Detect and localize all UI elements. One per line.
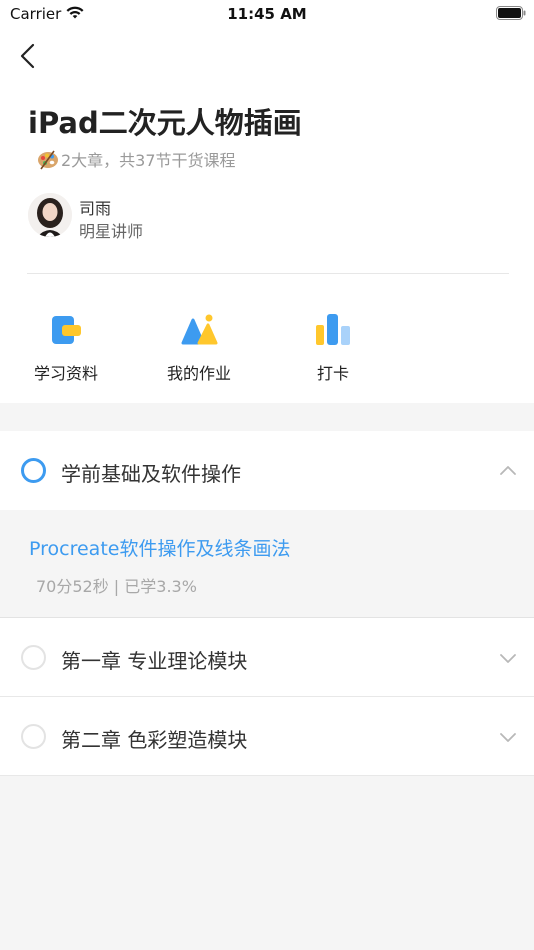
chevron-down-icon[interactable] <box>498 727 518 747</box>
divider <box>27 273 509 274</box>
course-meta: 2大章，共37节干货课程 <box>37 148 236 170</box>
study-materials-icon <box>52 316 81 344</box>
status-bar: Carrier 11:45 AM <box>0 0 534 30</box>
homework-button[interactable]: 我的作业 <box>149 308 249 388</box>
chapter-title: 学前基础及软件操作 <box>61 462 241 486</box>
chapter-status-icon <box>21 645 46 670</box>
battery-icon <box>496 6 526 20</box>
lesson-item[interactable]: Procreate软件操作及线条画法 70分52秒 | 已学3.3% <box>0 510 534 618</box>
chapter-status-icon <box>21 458 46 483</box>
check-in-button[interactable]: 打卡 <box>283 308 383 388</box>
course-header: iPad二次元人物插画 2大章，共37节干货课程 司雨 明星讲师 学习资料 我的… <box>0 30 534 403</box>
lesson-meta: 70分52秒 | 已学3.3% <box>36 577 197 596</box>
teacher-avatar <box>28 193 72 237</box>
tool-label-study-materials: 学习资料 <box>33 364 98 383</box>
chapter-item[interactable]: 第二章 色彩塑造模块 <box>0 697 534 776</box>
tool-shortcuts: 学习资料 我的作业 打卡 <box>0 308 534 388</box>
teacher-role: 明星讲师 <box>79 222 144 241</box>
chapter-title: 第二章 色彩塑造模块 <box>61 728 248 752</box>
teacher-name: 司雨 <box>79 199 112 218</box>
course-meta-text: 2大章，共37节干货课程 <box>61 151 236 170</box>
chapter-item[interactable]: 第一章 专业理论模块 <box>0 618 534 697</box>
back-button[interactable] <box>14 40 42 72</box>
course-title: iPad二次元人物插画 <box>28 106 302 140</box>
chevron-down-icon[interactable] <box>498 648 518 668</box>
chapter-title: 第一章 专业理论模块 <box>61 649 248 673</box>
chapter-list: 学前基础及软件操作 Procreate软件操作及线条画法 70分52秒 | 已学… <box>0 431 534 776</box>
study-materials-button[interactable]: 学习资料 <box>16 308 116 388</box>
clock: 11:45 AM <box>227 5 307 23</box>
tool-label-check-in: 打卡 <box>316 364 349 383</box>
chapter-status-icon <box>21 724 46 749</box>
check-in-icon <box>316 314 350 345</box>
chevron-up-icon[interactable] <box>498 461 518 481</box>
lesson-title: Procreate软件操作及线条画法 <box>29 538 291 560</box>
homework-icon <box>181 314 218 345</box>
chapter-item[interactable]: 学前基础及软件操作 <box>0 431 534 510</box>
palette-icon <box>38 150 58 170</box>
tool-label-homework: 我的作业 <box>166 364 231 383</box>
